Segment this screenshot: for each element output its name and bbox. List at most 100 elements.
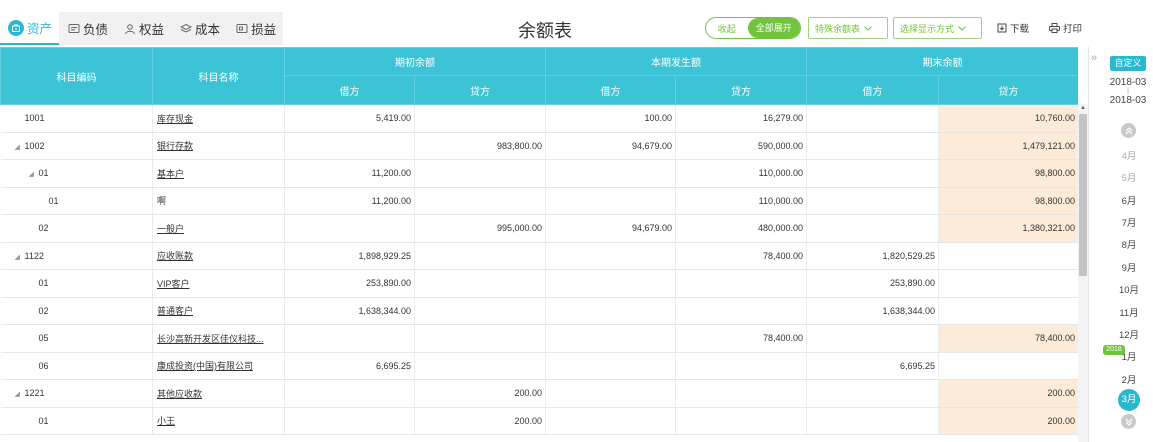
account-name-link[interactable]: 普通客户 (157, 306, 193, 316)
chevron-down-icon (864, 25, 872, 31)
account-name-link[interactable]: 库存现金 (157, 114, 193, 124)
closing-debit (806, 324, 939, 353)
double-chevron-right-icon[interactable]: » (1091, 52, 1097, 64)
current-debit (545, 269, 676, 298)
closing-credit (938, 242, 1078, 270)
month-item[interactable]: 10月 (1109, 282, 1149, 296)
opening-debit (284, 214, 415, 243)
table-row[interactable]: 06 康成投资(中国)有限公司 6,695.25 6,695.25 (0, 352, 1078, 380)
current-debit (545, 352, 676, 380)
account-code: 01 (0, 269, 153, 298)
month-item[interactable]: 12月 (1109, 327, 1149, 341)
opening-credit (414, 269, 546, 298)
printer-icon (1049, 23, 1060, 33)
month-item[interactable]: 5月 (1109, 170, 1149, 184)
table-row[interactable]: 05 长沙高新开发区佳仪科技... 78,400.00 78,400.00 (0, 324, 1078, 353)
tab-asset[interactable]: 资产 (0, 12, 60, 45)
table-row[interactable]: 01 啊 11,200.00 110,000.00 98,800.00 (0, 187, 1078, 215)
account-name-link[interactable]: 康成投资(中国)有限公司 (157, 361, 253, 371)
header-account-name: 科目名称 (152, 47, 285, 105)
table-row[interactable]: 1001 库存现金 5,419.00 100.00 16,279.00 10,7… (0, 104, 1078, 133)
month-item-current[interactable]: 3月 (1118, 389, 1140, 411)
account-name-link[interactable]: 其他应收款 (157, 389, 202, 399)
table-row[interactable]: ◢ 1002 银行存款 983,800.00 94,679.00 590,000.… (0, 132, 1078, 160)
header-opening-balance: 期初余额 (284, 47, 546, 76)
month-scroll-down-button[interactable] (1121, 414, 1136, 429)
current-credit (675, 379, 807, 408)
opening-credit (414, 297, 546, 325)
collapse-button[interactable]: 收起 (706, 22, 748, 35)
account-code: 1122 (24, 250, 44, 261)
closing-credit: 1,479,121.00 (938, 132, 1078, 160)
closing-debit (806, 104, 939, 133)
expand-caret-icon[interactable]: ◢ (29, 170, 39, 178)
account-code: 02 (0, 214, 153, 243)
table-row[interactable]: 02 普通客户 1,638,344.00 1,638,344.00 (0, 297, 1078, 325)
current-credit: 480,000.00 (675, 214, 807, 243)
month-item[interactable]: 11月 (1109, 305, 1149, 319)
expand-caret-icon[interactable]: ◢ (15, 253, 25, 261)
month-item[interactable]: 7月 (1109, 215, 1149, 229)
closing-credit: 78,400.00 (938, 324, 1078, 353)
scroll-up-arrow-icon[interactable]: ▲ (1080, 105, 1086, 111)
table-row[interactable]: ◢ 01 基本户 11,200.00 110,000.00 98,800.00 (0, 159, 1078, 188)
expand-caret-icon[interactable]: ◢ (15, 143, 25, 151)
account-name-link[interactable]: 银行存款 (157, 141, 193, 151)
special-balance-dropdown[interactable]: 特殊余额表 (808, 17, 888, 39)
month-item[interactable]: 4月 (1109, 148, 1149, 162)
table-row[interactable]: ◢ 1122 应收账款 1,898,929.25 78,400.00 1,820,… (0, 242, 1078, 270)
header-current-credit: 贷方 (675, 75, 807, 105)
table-row[interactable]: 02 一般户 995,000.00 94,679.00 480,000.00 1… (0, 214, 1078, 243)
month-item[interactable]: 8月 (1109, 237, 1149, 251)
account-name-link[interactable]: 长沙高新开发区佳仪科技... (157, 334, 264, 344)
tab-equity[interactable]: 权益 (115, 12, 171, 45)
current-debit: 94,679.00 (545, 214, 676, 243)
account-name-link[interactable]: 小王 (157, 416, 175, 426)
account-name-link[interactable]: VIP客户 (157, 279, 190, 289)
month-item[interactable]: 1月 (1109, 349, 1149, 363)
expand-all-button[interactable]: 全部展开 (747, 18, 800, 38)
table-row[interactable]: ◢ 1221 其他应收款 200.00 200.00 (0, 379, 1078, 408)
closing-debit: 253,890.00 (806, 269, 939, 298)
header-account-code: 科目编码 (0, 47, 153, 105)
account-name-link[interactable]: 一般户 (157, 224, 184, 234)
header-current-amount: 本期发生额 (545, 47, 807, 76)
tab-cost[interactable]: 成本 (171, 12, 227, 45)
table-row[interactable]: 01 VIP客户 253,890.00 253,890.00 (0, 269, 1078, 298)
display-mode-dropdown[interactable]: 选择显示方式 (893, 17, 982, 39)
month-item[interactable]: 6月 (1109, 193, 1149, 207)
opening-credit: 200.00 (414, 379, 546, 408)
table-scrollbar[interactable]: ▲ (1078, 104, 1088, 442)
download-button[interactable]: 下载 (997, 21, 1029, 35)
opening-credit (414, 104, 546, 133)
opening-credit (414, 352, 546, 380)
month-item[interactable]: 2月 (1109, 372, 1149, 386)
account-code: 1001 (0, 104, 153, 133)
account-code: 1002 (24, 140, 45, 151)
closing-debit (806, 407, 939, 435)
closing-debit: 6,695.25 (806, 352, 939, 380)
opening-credit: 995,000.00 (414, 214, 546, 243)
opening-debit: 11,200.00 (284, 159, 415, 188)
expand-caret-icon[interactable]: ◢ (15, 390, 25, 398)
custom-period-button[interactable]: 自定义 (1110, 56, 1146, 71)
closing-credit (938, 269, 1078, 298)
scrollbar-thumb[interactable] (1079, 114, 1087, 276)
account-name[interactable]: 啊 (157, 196, 166, 206)
closing-credit: 98,800.00 (938, 187, 1078, 215)
tab-profit-loss[interactable]: 损益 (227, 12, 283, 45)
opening-credit: 200.00 (414, 407, 546, 435)
current-credit (675, 352, 807, 380)
special-balance-label: 特殊余额表 (815, 23, 861, 34)
month-scroll-up-button[interactable] (1121, 123, 1136, 138)
print-button[interactable]: 打印 (1049, 21, 1082, 35)
table-row[interactable]: 01 小王 200.00 200.00 (0, 407, 1078, 435)
liability-icon (67, 22, 80, 35)
month-item[interactable]: 9月 (1109, 260, 1149, 274)
account-name-link[interactable]: 基本户 (157, 169, 184, 179)
tab-asset-label: 资产 (27, 22, 53, 36)
header-closing-debit: 借方 (806, 75, 939, 105)
account-name-link[interactable]: 应收账款 (157, 251, 193, 261)
tab-liability[interactable]: 负债 (59, 12, 115, 45)
opening-debit: 11,200.00 (284, 187, 415, 215)
